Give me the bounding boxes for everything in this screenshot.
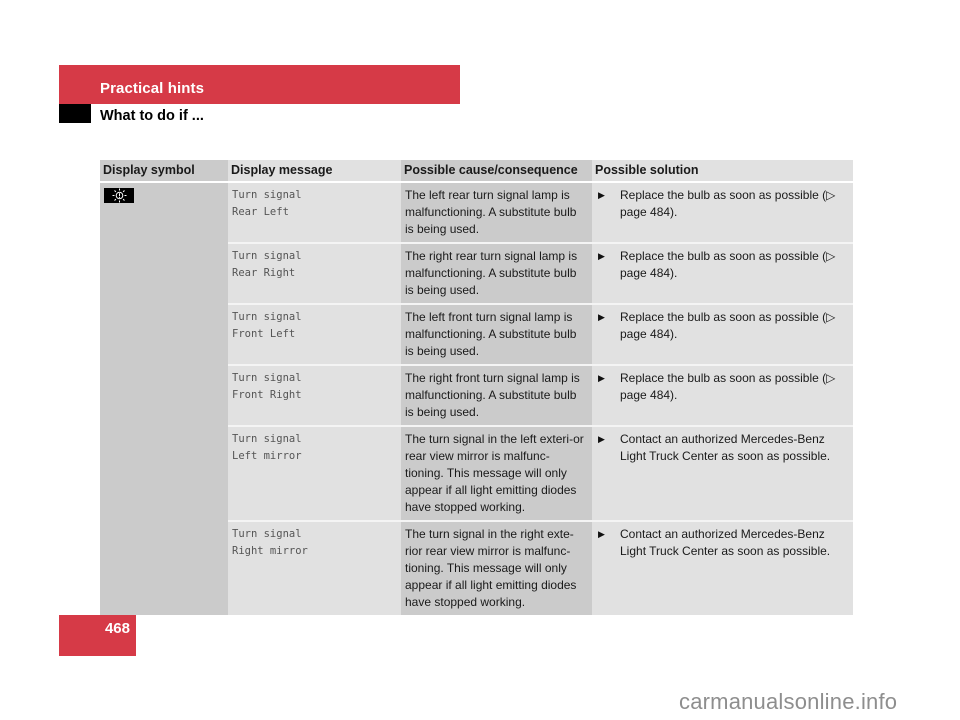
solution-text: Replace the bulb as soon as possible (▷ … [620, 310, 836, 341]
display-message-line: Turn signal [232, 311, 302, 323]
solution-text: Replace the bulb as soon as possible (▷ … [620, 371, 836, 402]
solution-item: ▶ Replace the bulb as soon as possible (▷… [596, 248, 849, 282]
bullet-arrow-icon: ▶ [598, 190, 605, 200]
column-header-possible-cause: Possible cause/consequence [401, 160, 592, 183]
bullet-arrow-icon: ▶ [598, 434, 605, 444]
solution-text: Contact an authorized Mercedes-Benz Ligh… [620, 432, 831, 463]
possible-solution-cell: ▶ Replace the bulb as soon as possible (▷… [592, 304, 853, 366]
bulb-failure-icon [104, 188, 134, 203]
solution-item: ▶ Contact an authorized Mercedes-Benz Lig… [596, 526, 849, 560]
subsection-title: What to do if ... [100, 108, 204, 124]
solution-item: ▶ Contact an authorized Mercedes-Benz Lig… [596, 431, 849, 465]
bullet-arrow-icon: ▶ [598, 312, 605, 322]
possible-cause-cell: The right front turn signal lamp is malf… [401, 365, 592, 427]
solution-text: Replace the bulb as soon as possible (▷ … [620, 188, 836, 219]
possible-cause-cell: The left rear turn signal lamp is malfun… [401, 182, 592, 244]
display-message-line: Rear Left [232, 206, 289, 218]
possible-solution-cell: ▶ Replace the bulb as soon as possible (▷… [592, 182, 853, 244]
display-message-line: Turn signal [232, 528, 302, 540]
page-number-box: 468 [59, 615, 136, 656]
display-message-cell: Turn signal Right mirror [228, 521, 401, 615]
display-message-cell: Turn signal Front Left [228, 304, 401, 366]
solution-item: ▶ Replace the bulb as soon as possible (▷… [596, 309, 849, 343]
solution-item: ▶ Replace the bulb as soon as possible (▷… [596, 187, 849, 221]
display-message-line: Turn signal [232, 433, 302, 445]
display-message-line: Turn signal [232, 189, 302, 201]
display-message-cell: Turn signal Left mirror [228, 426, 401, 522]
column-header-possible-solution: Possible solution [592, 160, 853, 183]
bullet-arrow-icon: ▶ [598, 373, 605, 383]
possible-cause-cell: The turn signal in the right exte-rior r… [401, 521, 592, 615]
display-message-line: Right mirror [232, 545, 308, 557]
section-title: Practical hints [100, 80, 205, 97]
possible-cause-cell: The right rear turn signal lamp is malfu… [401, 243, 592, 305]
bullet-arrow-icon: ▶ [598, 251, 605, 261]
table-row: Turn signal Rear Left The left rear turn s… [100, 182, 853, 615]
display-message-line: Front Right [232, 389, 302, 401]
section-marker-tab [59, 104, 91, 123]
possible-solution-cell: ▶ Replace the bulb as soon as possible (▷… [592, 365, 853, 427]
display-message-line: Left mirror [232, 450, 302, 462]
display-symbol-cell [100, 182, 228, 615]
column-header-display-message: Display message [228, 160, 401, 183]
watermark: carmanualsonline.info [679, 689, 898, 714]
solution-item: ▶ Replace the bulb as soon as possible (▷… [596, 370, 849, 404]
possible-cause-cell: The left front turn signal lamp is malfu… [401, 304, 592, 366]
display-messages-table: Display symbol Display message Possible … [100, 160, 853, 615]
display-message-line: Front Left [232, 328, 296, 340]
solution-text: Replace the bulb as soon as possible (▷ … [620, 249, 836, 280]
column-header-display-symbol: Display symbol [100, 160, 228, 183]
possible-solution-cell: ▶ Replace the bulb as soon as possible (▷… [592, 243, 853, 305]
possible-solution-cell: ▶ Contact an authorized Mercedes-Benz Lig… [592, 521, 853, 615]
possible-solution-cell: ▶ Contact an authorized Mercedes-Benz Lig… [592, 426, 853, 522]
display-message-line: Turn signal [232, 372, 302, 384]
display-message-cell: Turn signal Rear Right [228, 243, 401, 305]
page-number: 468 [104, 620, 130, 637]
display-message-line: Turn signal [232, 250, 302, 262]
table-header-row: Display symbol Display message Possible … [100, 160, 853, 183]
solution-text: Contact an authorized Mercedes-Benz Ligh… [620, 527, 831, 558]
possible-cause-cell: The turn signal in the left exteri-or re… [401, 426, 592, 522]
bullet-arrow-icon: ▶ [598, 529, 605, 539]
display-message-cell: Turn signal Rear Left [228, 182, 401, 244]
display-message-line: Rear Right [232, 267, 296, 279]
display-message-cell: Turn signal Front Right [228, 365, 401, 427]
